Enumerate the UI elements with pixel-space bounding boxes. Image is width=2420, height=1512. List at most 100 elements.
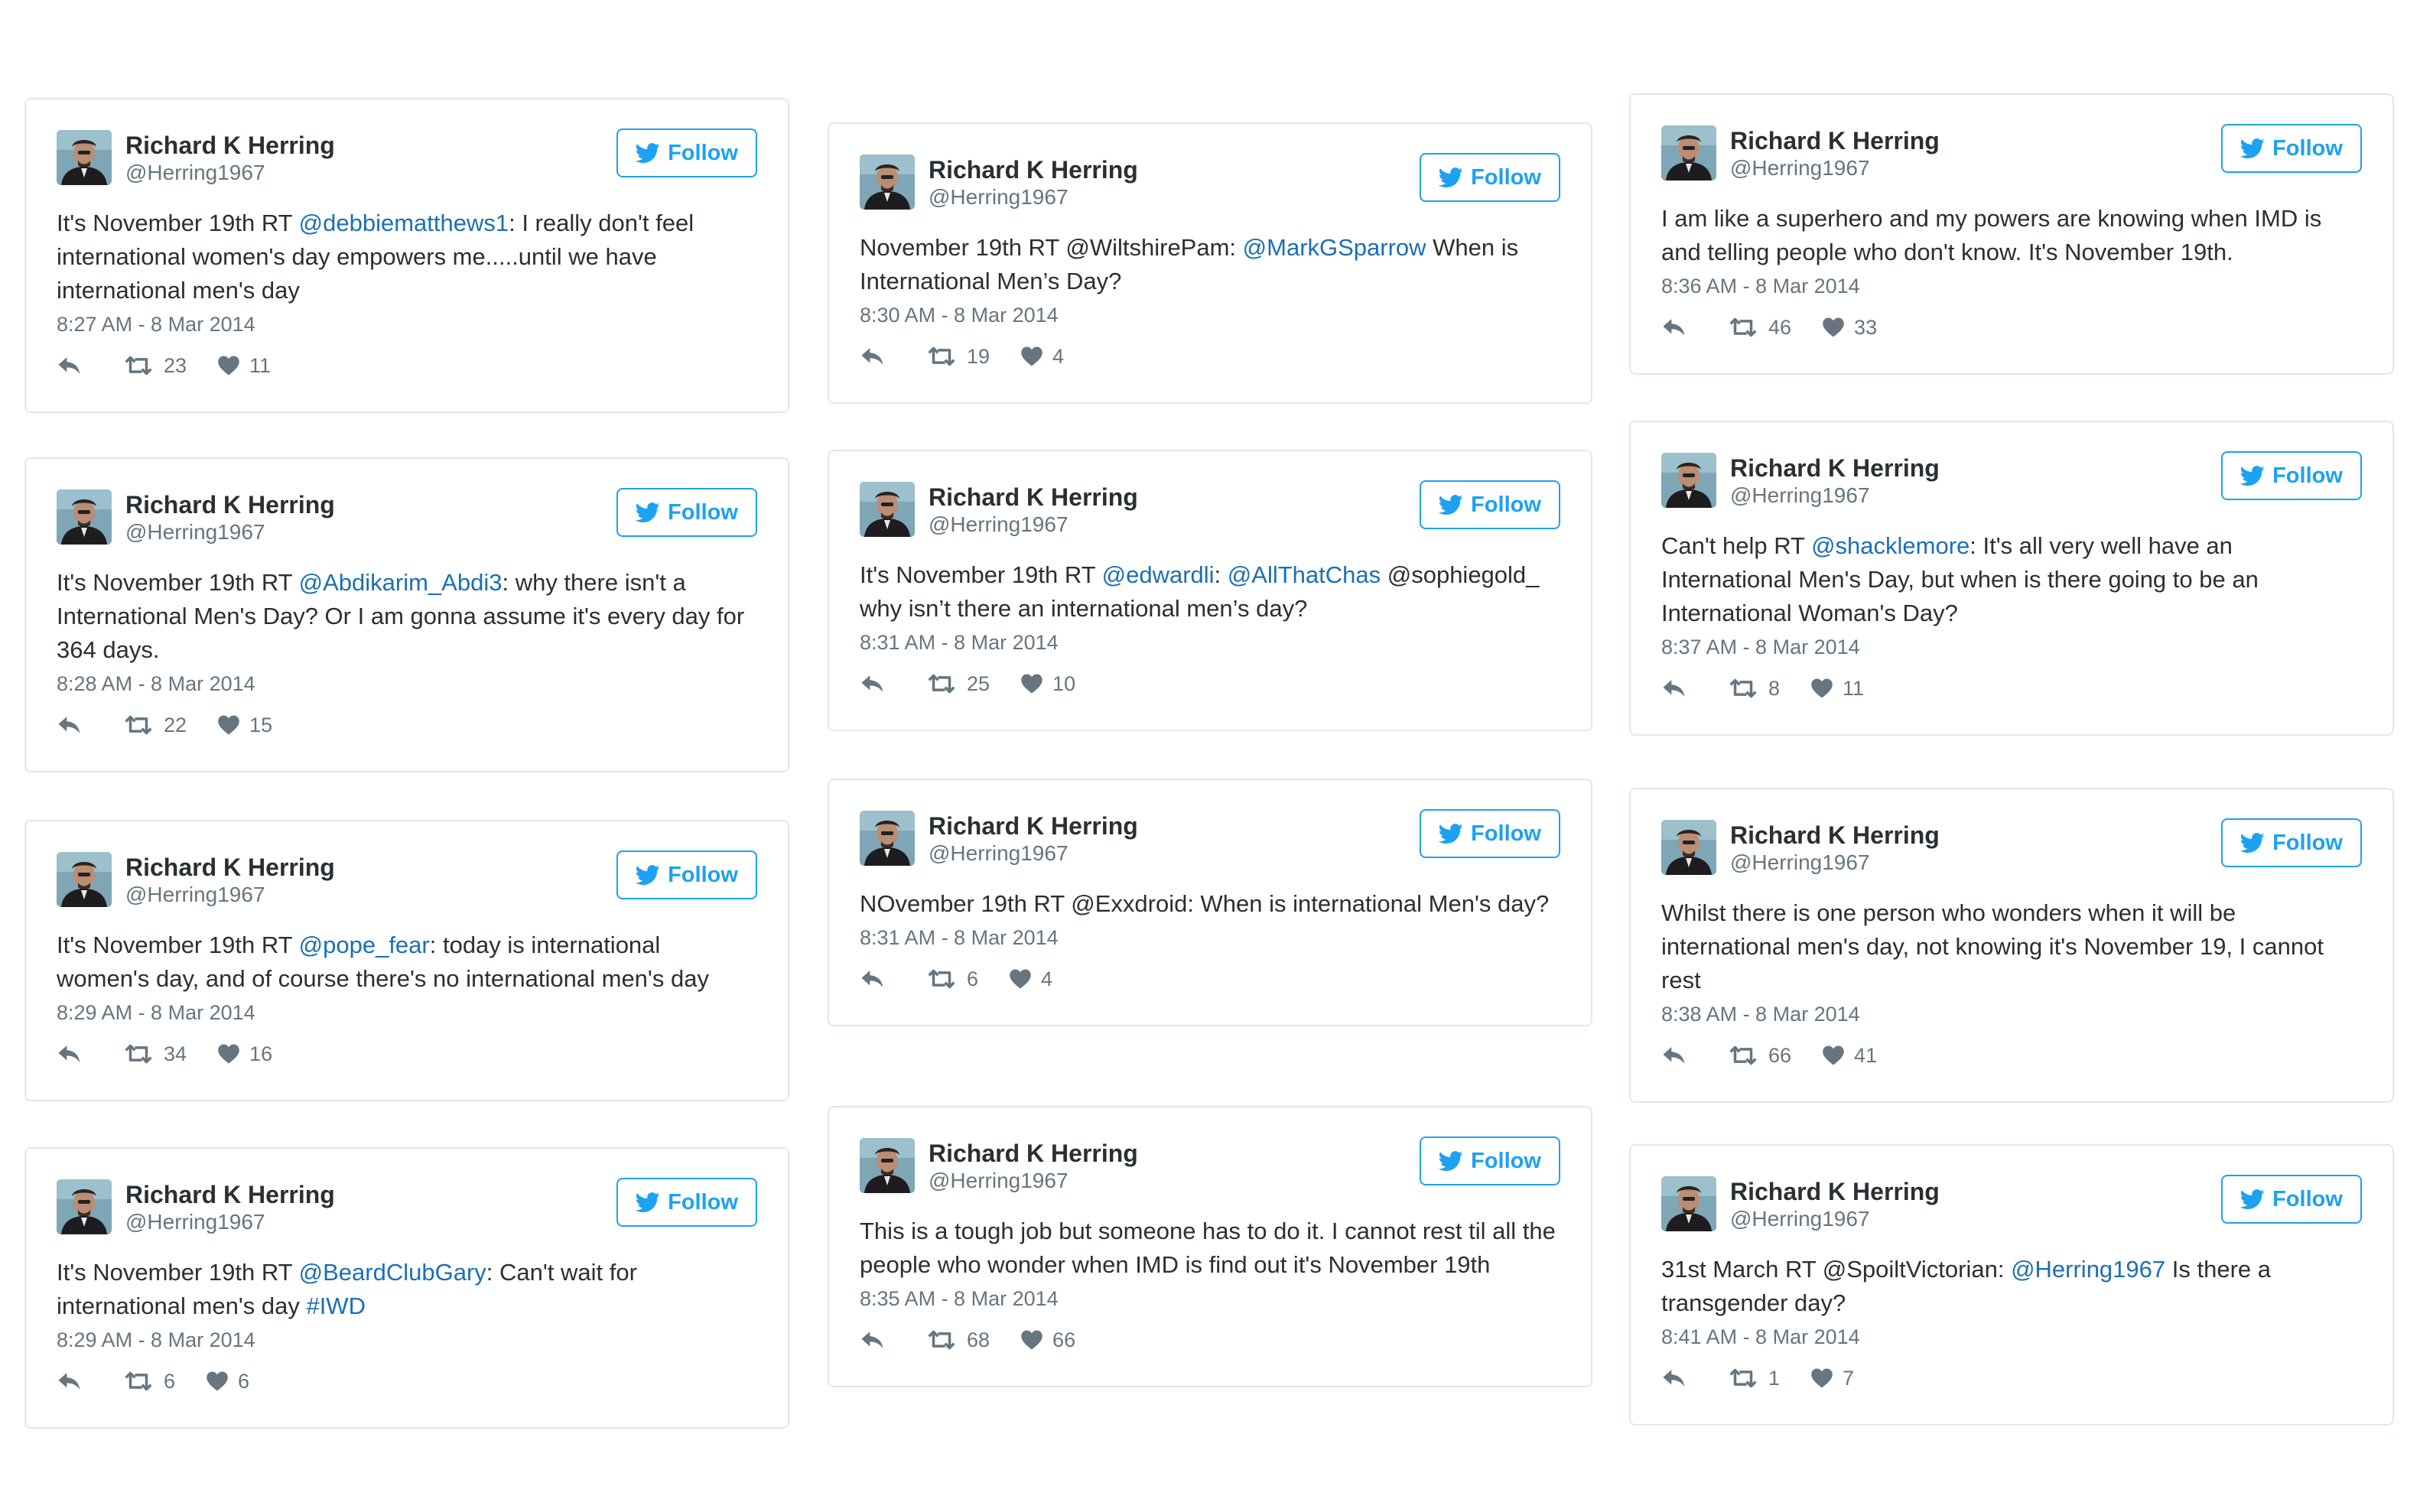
like-button[interactable]: 4	[1020, 345, 1064, 369]
retweet-button[interactable]: 6	[122, 1370, 175, 1393]
tweet-card[interactable]: Richard K Herring @Herring1967 Follow Whils…	[1629, 788, 2394, 1103]
author-handle[interactable]: @Herring1967	[1730, 849, 1870, 876]
follow-button[interactable]: Follow	[2221, 451, 2362, 500]
tweet-card[interactable]: Richard K Herring @Herring1967 Follow It's …	[24, 1147, 789, 1429]
tweet-link[interactable]: @BeardClubGary	[299, 1259, 486, 1286]
follow-button[interactable]: Follow	[1420, 809, 1560, 858]
avatar[interactable]	[1661, 125, 1716, 180]
avatar[interactable]	[57, 489, 112, 545]
tweet-timestamp[interactable]: 8:30 AM - 8 Mar 2014	[860, 301, 1560, 329]
author-name[interactable]: Richard K Herring	[929, 482, 1138, 512]
follow-button[interactable]: Follow	[1420, 153, 1560, 202]
avatar[interactable]	[860, 1138, 915, 1193]
tweet-link[interactable]: @edwardli	[1102, 561, 1215, 588]
like-button[interactable]: 11	[217, 354, 271, 378]
retweet-button[interactable]: 25	[925, 672, 990, 696]
tweet-link[interactable]: @MarkGSparrow	[1243, 234, 1426, 261]
like-button[interactable]: 10	[1020, 672, 1075, 696]
author-name[interactable]: Richard K Herring	[125, 130, 335, 161]
like-button[interactable]: 41	[1822, 1044, 1877, 1068]
author-handle[interactable]: @Herring1967	[1730, 154, 1870, 182]
tweet-timestamp[interactable]: 8:27 AM - 8 Mar 2014	[57, 311, 757, 338]
author-handle[interactable]: @Herring1967	[125, 881, 265, 909]
tweet-timestamp[interactable]: 8:31 AM - 8 Mar 2014	[860, 629, 1560, 656]
tweet-card[interactable]: Richard K Herring @Herring1967 Follow I am …	[1629, 93, 2394, 375]
tweet-card[interactable]: Richard K Herring @Herring1967 Follow Novem…	[828, 122, 1592, 404]
author-handle[interactable]: @Herring1967	[1730, 482, 1870, 509]
retweet-button[interactable]: 23	[122, 354, 187, 378]
follow-button[interactable]: Follow	[616, 488, 757, 537]
tweet-timestamp[interactable]: 8:37 AM - 8 Mar 2014	[1661, 633, 2362, 661]
avatar[interactable]	[860, 154, 915, 210]
retweet-button[interactable]: 19	[925, 345, 990, 369]
tweet-timestamp[interactable]: 8:28 AM - 8 Mar 2014	[57, 670, 757, 697]
reply-button[interactable]	[860, 346, 895, 367]
follow-button[interactable]: Follow	[2221, 818, 2362, 867]
reply-button[interactable]	[57, 355, 92, 376]
author-name[interactable]: Richard K Herring	[929, 1138, 1138, 1169]
author-handle[interactable]: @Herring1967	[1730, 1205, 1870, 1233]
reply-button[interactable]	[860, 968, 895, 990]
author-name[interactable]: Richard K Herring	[1730, 453, 1940, 483]
retweet-button[interactable]: 8	[1727, 677, 1780, 701]
tweet-timestamp[interactable]: 8:36 AM - 8 Mar 2014	[1661, 272, 2362, 300]
avatar[interactable]	[1661, 453, 1716, 508]
author-name[interactable]: Richard K Herring	[1730, 125, 1940, 156]
reply-button[interactable]	[860, 1329, 895, 1351]
retweet-button[interactable]: 6	[925, 967, 978, 991]
avatar[interactable]	[57, 130, 112, 185]
follow-button[interactable]: Follow	[2221, 1175, 2362, 1224]
author-name[interactable]: Richard K Herring	[929, 154, 1138, 185]
avatar[interactable]	[1661, 820, 1716, 875]
retweet-button[interactable]: 46	[1727, 316, 1791, 340]
author-handle[interactable]: @Herring1967	[125, 1208, 265, 1236]
like-button[interactable]: 16	[217, 1042, 272, 1066]
tweet-timestamp[interactable]: 8:41 AM - 8 Mar 2014	[1661, 1323, 2362, 1351]
retweet-button[interactable]: 66	[1727, 1044, 1791, 1068]
follow-button[interactable]: Follow	[616, 850, 757, 899]
tweet-link[interactable]: @shacklemore	[1811, 532, 1970, 559]
tweet-link[interactable]: @AllThatChas	[1228, 561, 1381, 588]
follow-button[interactable]: Follow	[2221, 124, 2362, 173]
follow-button[interactable]: Follow	[1420, 1136, 1560, 1185]
like-button[interactable]: 11	[1810, 677, 1864, 701]
author-handle[interactable]: @Herring1967	[929, 840, 1069, 867]
reply-button[interactable]	[57, 1043, 92, 1065]
reply-button[interactable]	[1661, 1367, 1696, 1389]
tweet-timestamp[interactable]: 8:38 AM - 8 Mar 2014	[1661, 1000, 2362, 1028]
tweet-card[interactable]: Richard K Herring @Herring1967 Follow It's …	[24, 98, 789, 413]
author-handle[interactable]: @Herring1967	[125, 519, 265, 546]
tweet-card[interactable]: Richard K Herring @Herring1967 Follow 31st …	[1629, 1144, 2394, 1426]
like-button[interactable]: 33	[1822, 316, 1877, 340]
author-name[interactable]: Richard K Herring	[1730, 820, 1940, 850]
author-name[interactable]: Richard K Herring	[929, 811, 1138, 841]
reply-button[interactable]	[57, 1371, 92, 1392]
follow-button[interactable]: Follow	[616, 128, 757, 177]
tweet-card[interactable]: Richard K Herring @Herring1967 Follow This …	[828, 1106, 1592, 1387]
retweet-button[interactable]: 22	[122, 714, 187, 737]
tweet-timestamp[interactable]: 8:29 AM - 8 Mar 2014	[57, 1326, 757, 1354]
avatar[interactable]	[1661, 1176, 1716, 1231]
follow-button[interactable]: Follow	[616, 1178, 757, 1227]
avatar[interactable]	[860, 811, 915, 866]
tweet-card[interactable]: Richard K Herring @Herring1967 Follow Can't…	[1629, 421, 2394, 736]
author-handle[interactable]: @Herring1967	[929, 184, 1069, 211]
like-button[interactable]: 4	[1009, 967, 1052, 991]
reply-button[interactable]	[1661, 678, 1696, 699]
tweet-link[interactable]: #IWD	[306, 1293, 366, 1319]
avatar[interactable]	[860, 482, 915, 537]
reply-button[interactable]	[860, 673, 895, 694]
author-handle[interactable]: @Herring1967	[929, 1167, 1069, 1195]
reply-button[interactable]	[1661, 1045, 1696, 1066]
retweet-button[interactable]: 34	[122, 1042, 187, 1066]
avatar[interactable]	[57, 1179, 112, 1234]
tweet-card[interactable]: Richard K Herring @Herring1967 Follow It's …	[24, 820, 789, 1101]
tweet-link[interactable]: @Herring1967	[2011, 1256, 2165, 1283]
author-handle[interactable]: @Herring1967	[125, 159, 265, 187]
avatar[interactable]	[57, 852, 112, 907]
author-name[interactable]: Richard K Herring	[125, 1179, 335, 1210]
tweet-link[interactable]: @debbiematthews1	[299, 210, 509, 236]
tweet-card[interactable]: Richard K Herring @Herring1967 Follow NOvem…	[828, 779, 1592, 1026]
tweet-link[interactable]: @Abdikarim_Abdi3	[299, 569, 503, 596]
tweet-card[interactable]: Richard K Herring @Herring1967 Follow It's …	[24, 457, 789, 772]
